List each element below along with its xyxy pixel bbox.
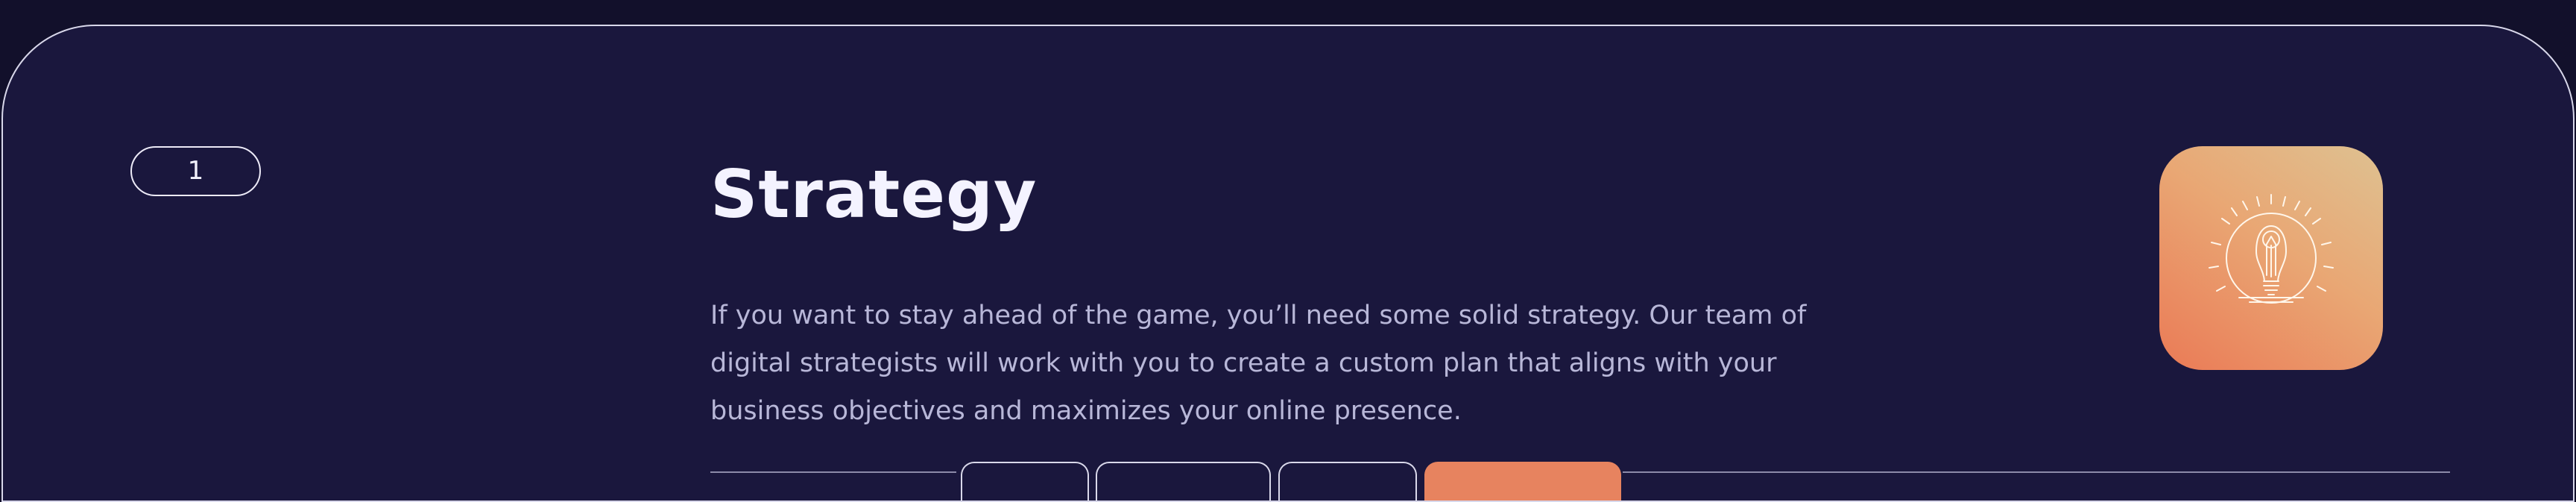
- tab-divider-right: [1623, 471, 2450, 473]
- service-title: Strategy: [710, 156, 1038, 233]
- active-tab-button[interactable]: [1424, 462, 1621, 501]
- tab-button-3[interactable]: [1278, 462, 1417, 501]
- tab-button-1[interactable]: [961, 462, 1089, 501]
- lightbulb-icon: [2209, 194, 2334, 304]
- service-description: If you want to stay ahead of the game, y…: [710, 301, 1807, 426]
- service-card: 1 Strategy If you want to stay ahead of …: [1, 25, 2575, 502]
- strategy-icon-tile: [2159, 146, 2383, 370]
- tab-divider-left: [710, 471, 956, 473]
- tab-button-2[interactable]: [1096, 462, 1271, 501]
- service-number-badge: 1: [130, 146, 261, 196]
